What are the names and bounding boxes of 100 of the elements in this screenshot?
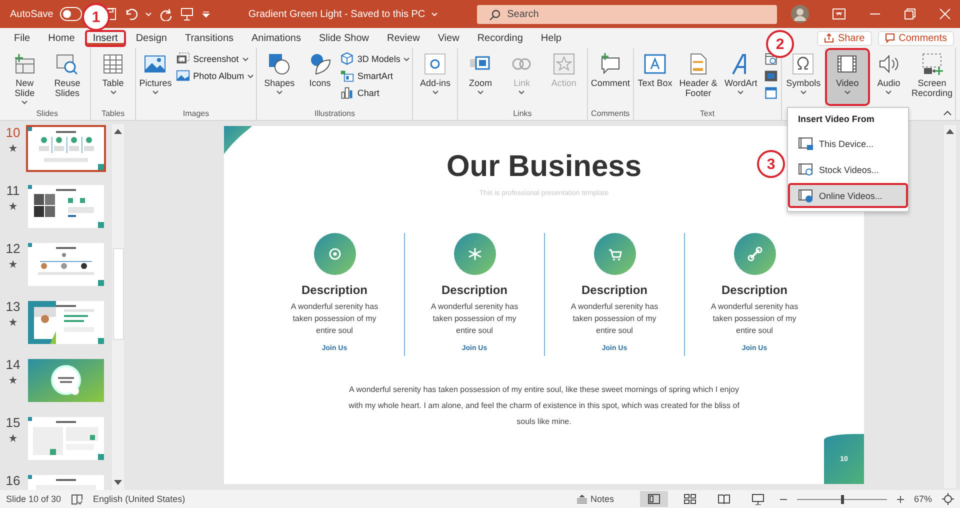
column-text: A wonderful serenity has taken possession of my entire soul	[710, 301, 800, 337]
ribbon-button[interactable]: New Slide	[5, 50, 44, 104]
document-title: Gradient Green Light - Saved to this PC	[248, 8, 426, 20]
accessibility-check-icon[interactable]	[71, 494, 84, 504]
ribbon-display-icon[interactable]	[832, 8, 846, 20]
new-slide-icon	[12, 52, 37, 76]
group-label: Images	[182, 108, 210, 120]
ribbon-button[interactable]: Shapes	[258, 50, 301, 104]
scroll-up-icon[interactable]	[114, 128, 122, 134]
zoom-percentage[interactable]: 67%	[914, 494, 932, 504]
caret-icon	[800, 90, 807, 95]
ribbon-button[interactable]: WordArt	[721, 50, 761, 104]
ribbon-tab[interactable]: Insert	[84, 30, 126, 46]
add-ins-icon	[423, 52, 448, 76]
autosave-toggle[interactable]	[60, 7, 82, 21]
ribbon-button[interactable]: Photo Album	[175, 68, 256, 84]
column-heading: Description	[721, 283, 788, 297]
star-icon	[9, 202, 17, 210]
scrollbar[interactable]	[944, 125, 956, 488]
ribbon-button[interactable]: 3D Models	[339, 51, 412, 67]
ribbon-button[interactable]: Chart	[339, 85, 412, 101]
normal-view-button[interactable]	[640, 491, 668, 507]
restore-icon[interactable]	[904, 8, 916, 20]
caret-icon	[21, 100, 28, 105]
slide-paragraph: A wonderful serenity has taken possession of my entire soul, like these sweet mornings of spring which I enjoy with my whole heart. I am alone, and feel the charm of existence in this spot, which was created for the bliss of souls like mine.	[348, 384, 740, 428]
speaker-icon	[876, 52, 901, 76]
search-field[interactable]: Search	[477, 4, 778, 24]
cube-icon	[340, 52, 354, 66]
ribbon-tab[interactable]: View	[430, 30, 468, 46]
ribbon-button[interactable]: Screenshot	[175, 51, 256, 67]
ribbon-button[interactable]: Header & Footer	[676, 50, 720, 104]
menu-item[interactable]: Stock Videos...	[788, 157, 908, 182]
slide-number: 16	[6, 473, 20, 488]
ribbon-tab[interactable]: Help	[532, 30, 570, 46]
caret-icon	[518, 90, 526, 95]
ribbon-button[interactable]: Video	[827, 50, 868, 104]
star-icon	[9, 434, 17, 442]
ribbon-button[interactable]: Table	[92, 50, 134, 104]
presentation-icon[interactable]	[180, 7, 194, 21]
zoom-in-icon[interactable]	[896, 496, 904, 502]
notes-button[interactable]: Notes	[577, 494, 614, 504]
undo-icon[interactable]	[124, 7, 138, 21]
ribbon-tab[interactable]: Recording	[469, 30, 531, 46]
computer-video-icon	[798, 136, 814, 151]
slide-number-icon[interactable]	[764, 69, 778, 83]
ribbon-button[interactable]: Pictures	[136, 50, 174, 104]
customize-icon[interactable]	[201, 9, 212, 19]
slideshow-icon[interactable]	[752, 494, 764, 504]
ribbon-tab[interactable]: File	[6, 30, 38, 46]
zoom-slider-thumb[interactable]	[840, 494, 844, 504]
comments-button[interactable]: Comments	[878, 30, 954, 46]
share-button[interactable]: Share	[816, 30, 872, 46]
ribbon-button[interactable]: SmartArt	[339, 68, 412, 84]
group-label: Tables	[100, 108, 126, 120]
group-label: Text	[698, 108, 716, 120]
ribbon-button[interactable]: Add-ins	[414, 50, 456, 104]
group-label: Slides	[35, 108, 59, 120]
ribbon-button[interactable]: Zoom	[459, 50, 502, 104]
caret-icon	[844, 90, 851, 95]
feature-icon	[314, 233, 356, 275]
ribbon-tab[interactable]: Slide Show	[310, 30, 378, 46]
slide-number: 10	[6, 125, 20, 140]
redo-icon[interactable]	[159, 7, 174, 21]
avatar-icon[interactable]	[791, 5, 810, 23]
group-label: Illustrations	[314, 108, 356, 120]
menu-item[interactable]: Online Videos...	[788, 183, 908, 208]
screenshot-icon	[176, 52, 190, 66]
ribbon-button[interactable]: Reuse Slides	[45, 50, 90, 104]
scroll-down-icon[interactable]	[114, 480, 122, 486]
ribbon-tab[interactable]: Animations	[244, 30, 309, 46]
ribbon-tab[interactable]: Transitions	[176, 30, 242, 46]
object-icon[interactable]	[764, 86, 778, 100]
scrollbar[interactable]	[112, 124, 124, 490]
menu-item[interactable]: This Device...	[788, 131, 908, 156]
grid-view-icon[interactable]	[684, 494, 696, 504]
ribbon-tab[interactable]: Design	[128, 30, 175, 46]
ribbon-button[interactable]: Icons	[302, 50, 338, 104]
collapse-ribbon-icon[interactable]	[943, 110, 952, 116]
fit-to-window-icon[interactable]	[942, 493, 954, 505]
omega-icon	[791, 52, 816, 76]
slide-number: 12	[6, 241, 20, 256]
scroll-up-icon[interactable]	[946, 128, 954, 134]
book-icon[interactable]	[718, 494, 730, 504]
caret-icon	[431, 12, 438, 16]
ribbon-tab[interactable]: Home	[40, 30, 83, 46]
ribbon-button[interactable]: Text Box	[634, 50, 676, 104]
caret-icon	[432, 90, 439, 95]
language-label[interactable]: English (United States)	[93, 494, 186, 504]
caret-icon	[247, 74, 254, 78]
star-icon	[9, 260, 17, 268]
ribbon-button[interactable]: Screen Recording	[910, 50, 954, 104]
comment-icon	[884, 33, 895, 43]
close-icon[interactable]	[939, 8, 952, 20]
ribbon-button[interactable]: Comment	[588, 50, 632, 104]
scrollbar-thumb[interactable]	[112, 248, 124, 340]
star-icon	[9, 376, 17, 384]
ribbon-tab[interactable]: Review	[379, 30, 428, 46]
ribbon-button[interactable]: Audio	[868, 50, 909, 104]
date-time-icon[interactable]	[764, 52, 778, 66]
reuse-slides-icon	[55, 52, 80, 76]
